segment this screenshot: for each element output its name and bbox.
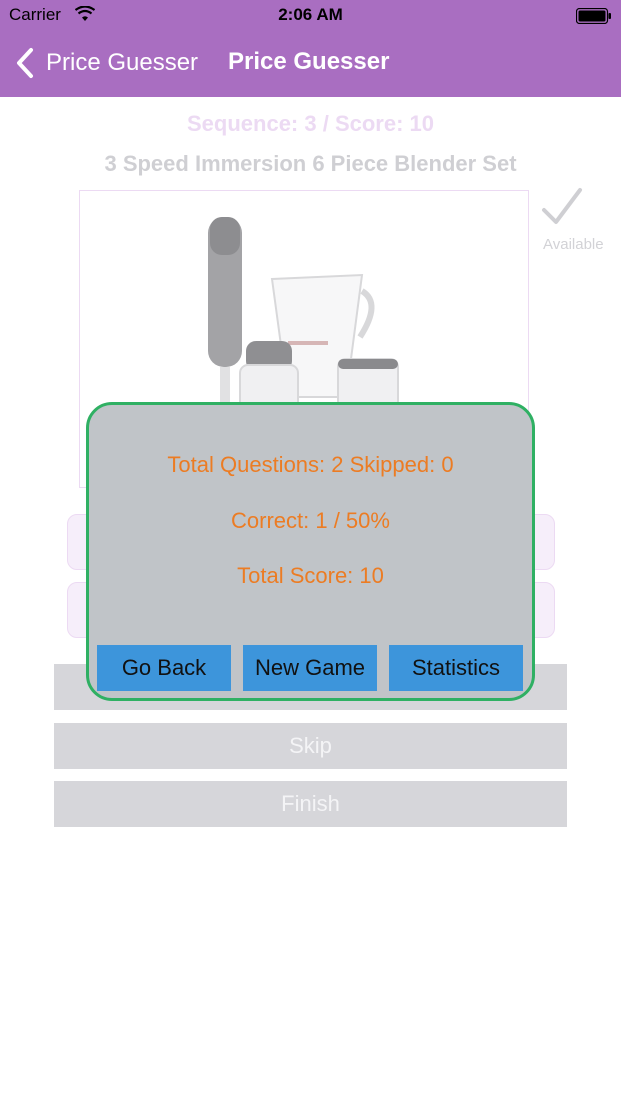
nav-title: Price Guesser — [228, 48, 390, 75]
skip-button[interactable]: Skip — [54, 723, 567, 769]
navigation-bar: Price Guesser Price Guesser — [0, 30, 621, 97]
go-back-button[interactable]: Go Back — [97, 645, 231, 691]
finish-button[interactable]: Finish — [54, 781, 567, 827]
back-chevron-icon — [17, 48, 33, 78]
availability-label: Available — [543, 236, 604, 253]
back-button-label: Price Guesser — [46, 49, 199, 76]
total-score-label: Total Score: 10 — [237, 563, 384, 588]
status-bar: Carrier 2:06 AM — [0, 0, 621, 30]
battery-icon — [576, 8, 611, 24]
correct-label: Correct: 1 / 50% — [231, 508, 390, 533]
sequence-score-label: Sequence: 3 / Score: 10 — [187, 111, 434, 136]
available-check-icon — [542, 188, 582, 224]
status-time: 2:06 AM — [278, 5, 343, 24]
total-questions-label: Total Questions: 2 Skipped: 0 — [167, 452, 454, 477]
back-button[interactable]: Price Guesser — [14, 47, 198, 79]
new-game-button[interactable]: New Game — [243, 645, 377, 691]
statistics-button[interactable]: Statistics — [389, 645, 523, 691]
product-title: 3 Speed Immersion 6 Piece Blender Set — [104, 151, 517, 176]
results-popup: Total Questions: 2 Skipped: 0 Correct: 1… — [86, 402, 535, 701]
app-screen: Carrier 2:06 AM Price Guesser Price Gues… — [0, 0, 621, 1104]
